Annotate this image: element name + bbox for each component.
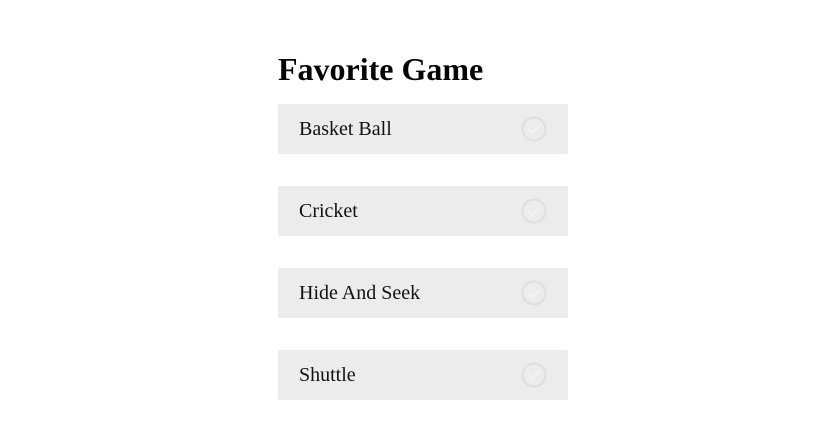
check-circle-icon [521, 198, 547, 224]
option-shuttle[interactable]: Shuttle [278, 350, 568, 400]
option-basket-ball[interactable]: Basket Ball [278, 104, 568, 154]
option-label: Shuttle [299, 364, 356, 386]
game-option-list: Basket Ball Cricket Hide And Seek Shuttl… [278, 104, 568, 400]
option-label: Hide And Seek [299, 282, 421, 304]
option-cricket[interactable]: Cricket [278, 186, 568, 236]
option-label: Cricket [299, 200, 358, 222]
page-title: Favorite Game [278, 51, 484, 87]
check-circle-icon [521, 280, 547, 306]
favorite-game-form: Favorite Game Basket Ball Cricket Hide A… [278, 48, 568, 400]
option-hide-and-seek[interactable]: Hide And Seek [278, 268, 568, 318]
check-circle-icon [521, 116, 547, 142]
check-circle-icon [521, 362, 547, 388]
option-label: Basket Ball [299, 118, 392, 140]
